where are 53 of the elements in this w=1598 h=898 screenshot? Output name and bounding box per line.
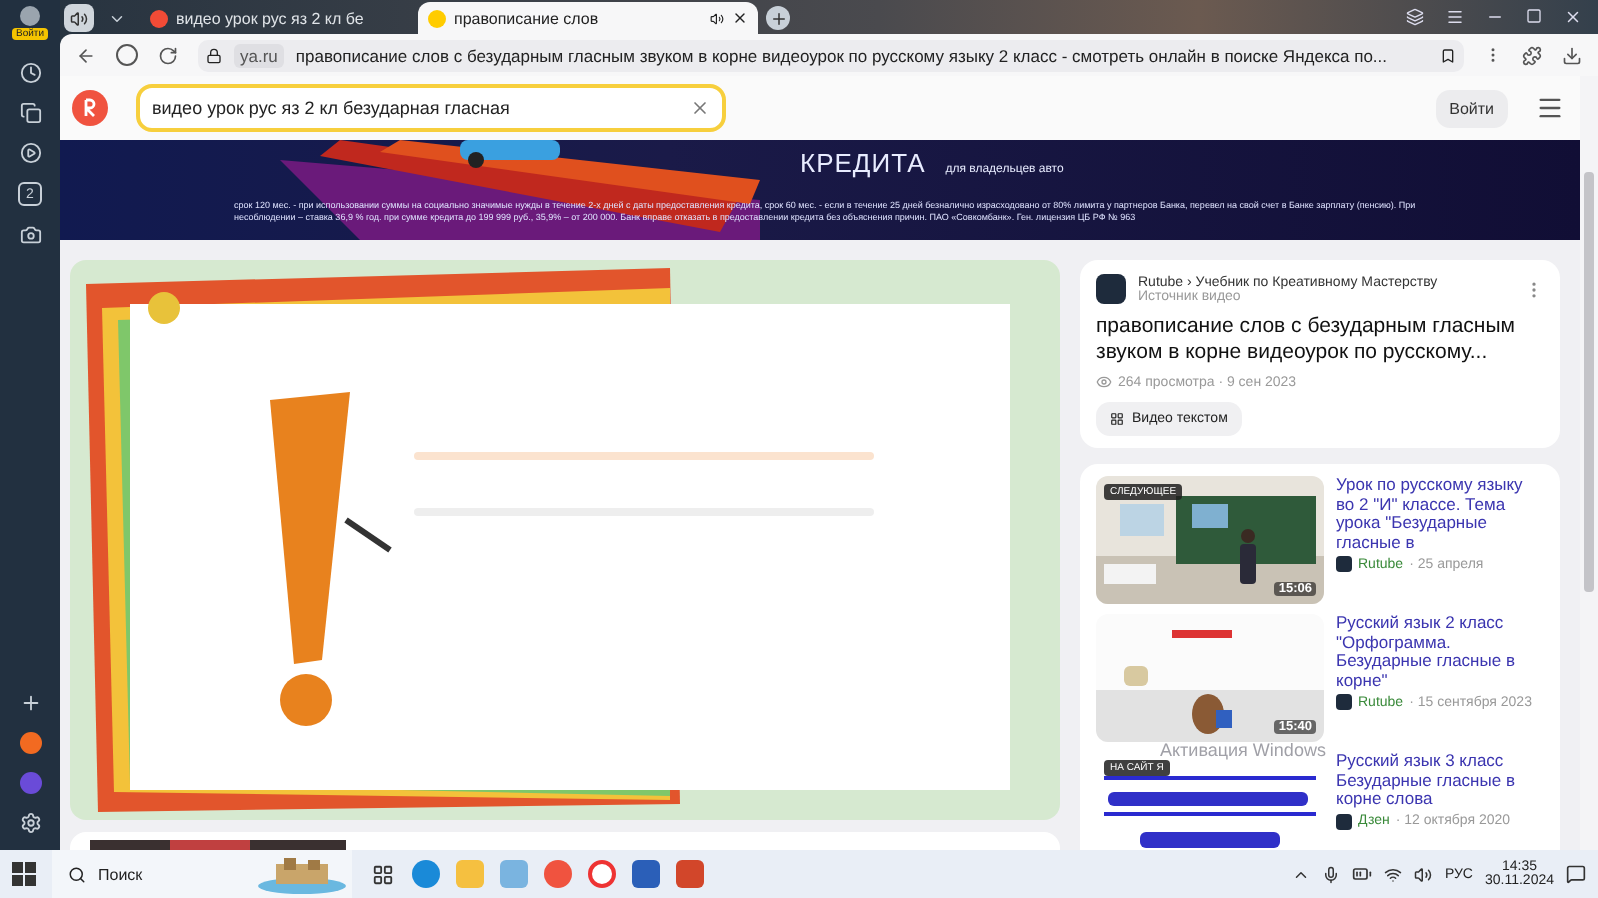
download-icon[interactable] — [1562, 45, 1582, 65]
video-title: правописание слов с безударным гласным звуком в корне видеоурок по русскому... — [1096, 314, 1517, 366]
domain-label: ya.ru — [234, 43, 284, 67]
extension-icon[interactable] — [1522, 45, 1542, 65]
history-icon[interactable] — [19, 62, 41, 84]
play-icon[interactable] — [19, 142, 41, 164]
video-link[interactable]: Русский язык 2 класс "Орфограмма. Безударные гласные в корне" — [1336, 614, 1544, 690]
start-icon[interactable] — [12, 862, 36, 886]
menu-icon[interactable] — [1446, 8, 1464, 26]
login-button[interactable]: Войти — [1435, 89, 1508, 127]
task-view-icon[interactable] — [368, 860, 396, 888]
browser-icon[interactable] — [588, 860, 616, 888]
video-link[interactable]: Урок по русскому языку во 2 "И" классе. Тема урока "Безударные гласные в — [1336, 476, 1544, 552]
site-logo-icon — [1336, 813, 1352, 829]
speaker-icon[interactable] — [710, 11, 724, 25]
settings-icon[interactable] — [19, 812, 41, 834]
ad-headline: КРЕДИТА — [800, 148, 926, 178]
back-icon[interactable] — [76, 45, 96, 65]
home-icon[interactable] — [116, 44, 138, 66]
camera-icon[interactable] — [19, 224, 41, 246]
scrollbar[interactable] — [1580, 76, 1598, 850]
clear-icon[interactable] — [690, 98, 710, 118]
battery-icon[interactable] — [1352, 864, 1373, 884]
lock-icon — [206, 47, 222, 63]
microphone-icon[interactable] — [1322, 865, 1341, 883]
sound-icon[interactable] — [64, 4, 94, 32]
logo-icon[interactable] — [72, 90, 108, 126]
notifications-icon[interactable] — [1566, 864, 1586, 884]
views-icon — [1096, 374, 1112, 390]
avatar-icon[interactable] — [20, 6, 40, 26]
add-icon[interactable] — [19, 692, 41, 714]
video-link[interactable]: Русский язык 3 класс Безударные гласные в корне слова — [1336, 752, 1544, 809]
source-logo-icon — [1096, 274, 1126, 304]
site-logo-icon — [1336, 694, 1352, 710]
browser-tab[interactable]: видео урок рус яз 2 кл бе — [140, 2, 410, 34]
collections-icon[interactable] — [19, 102, 41, 124]
menu-icon[interactable] — [1536, 94, 1564, 122]
address-bar[interactable]: ya.ru правописание слов с безударным гласным звуком в корне видеоурок по русскому языку 2 класс - смотреть онлайн в поиске Яндекса по... — [198, 39, 1464, 71]
volume-icon[interactable] — [1414, 865, 1433, 883]
tabs-icon[interactable] — [1406, 8, 1424, 26]
app-icon[interactable] — [19, 732, 41, 754]
site-logo-icon — [1336, 556, 1352, 572]
reload-icon[interactable] — [158, 45, 178, 65]
bookmark-icon[interactable] — [1440, 47, 1456, 63]
browser-tab[interactable]: правописание слов — [418, 2, 758, 34]
wifi-icon[interactable] — [1384, 865, 1403, 883]
maximize-icon[interactable] — [1526, 8, 1542, 24]
activation-notice: Активация Windows — [1160, 740, 1326, 760]
close-icon[interactable] — [732, 10, 748, 26]
search-field[interactable]: видео урок рус яз 2 кл безударная гласная — [136, 84, 726, 132]
page-title: правописание слов с безударным гласным звуком в корне видеоурок по русскому языку 2 класс - смотреть онлайн в поиске Яндекса по... — [295, 45, 1390, 65]
taskbar-search[interactable]: Поиск — [52, 850, 352, 898]
search-icon — [68, 865, 86, 883]
